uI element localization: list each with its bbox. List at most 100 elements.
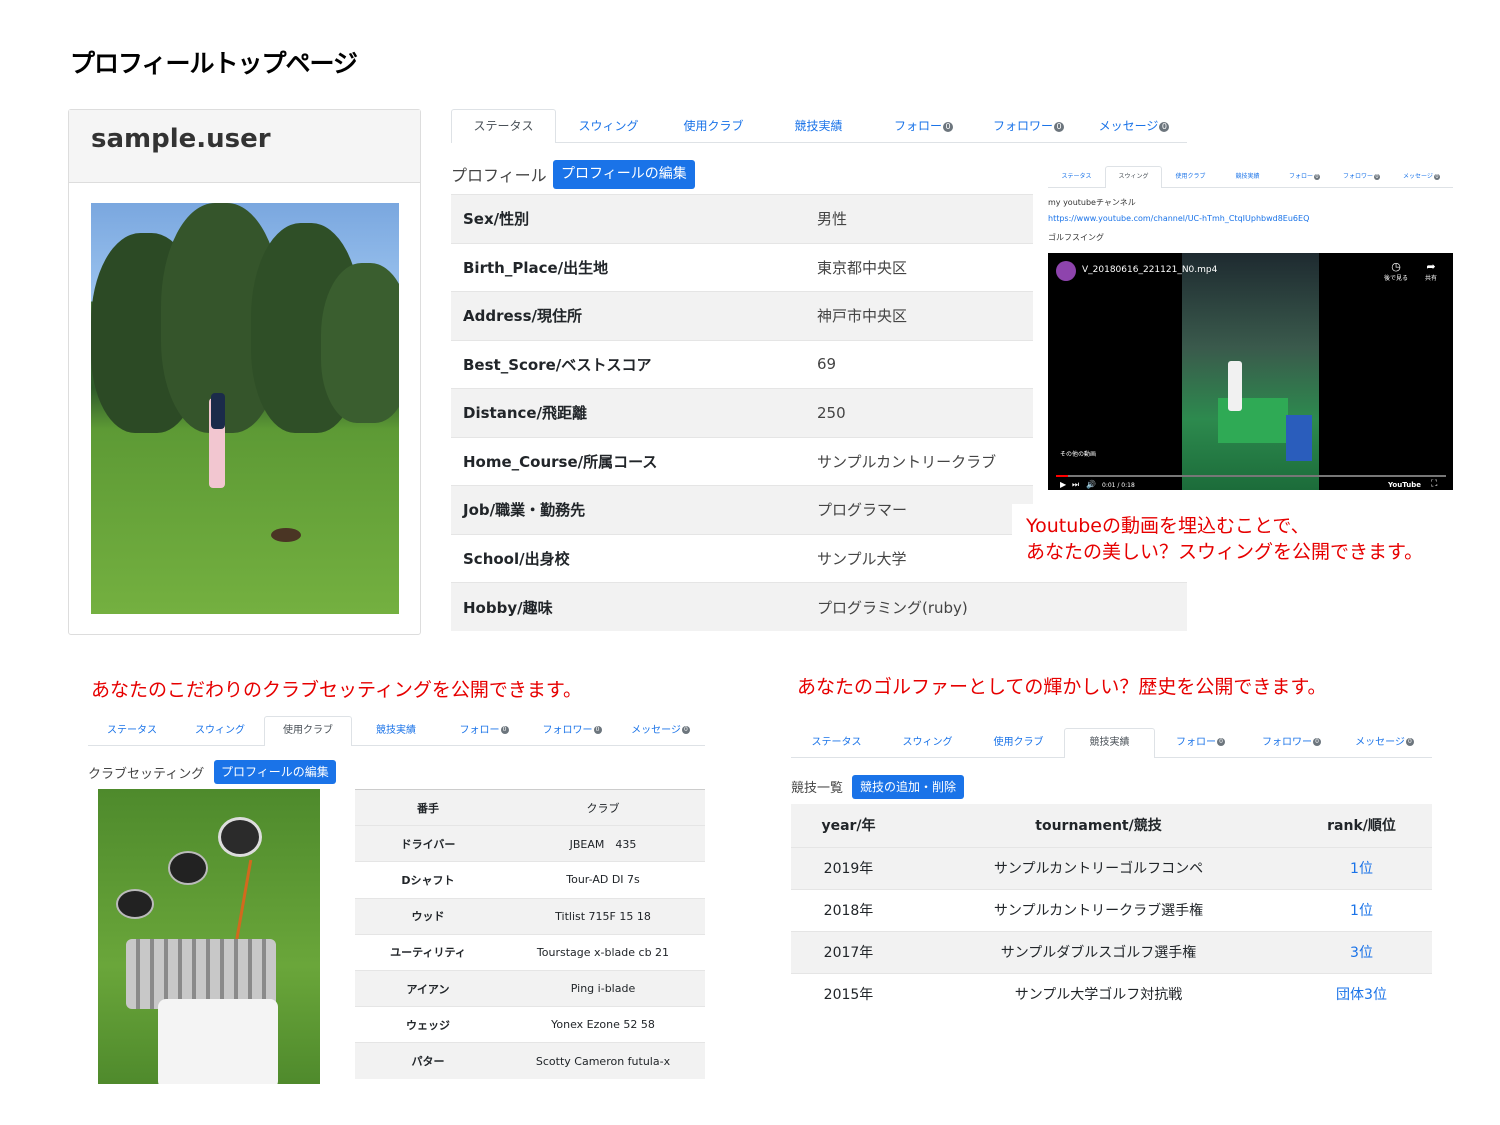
tab-messages[interactable]: メッセージ 0 xyxy=(1081,109,1187,142)
club-row: ウッド Titlist 715F 15 18 xyxy=(355,897,705,935)
preview-tab-follow[interactable]: フォロー 0 xyxy=(1276,166,1333,187)
result-row: 2015年 サンプル大学ゴルフ対抗戦 団体3位 xyxy=(791,972,1432,1015)
result-year: 2019年 xyxy=(791,846,906,889)
preview-tab-clubs[interactable]: 使用クラブ xyxy=(1162,166,1219,187)
results-tab-swing[interactable]: スウィング xyxy=(882,728,973,757)
profile-key: Distance/飛距離 xyxy=(451,388,817,437)
result-rank-link[interactable]: 団体3位 xyxy=(1291,972,1432,1015)
club-row: ウェッジ Yonex Ezone 52 58 xyxy=(355,1006,705,1043)
preview-tab-status[interactable]: ステータス xyxy=(1048,166,1105,187)
share-button[interactable]: ➦ 共有 xyxy=(1418,260,1444,282)
profile-photo xyxy=(91,203,399,614)
add-results-button[interactable]: 競技の追加・削除 xyxy=(852,775,965,799)
results-header-tournament: tournament/競技 xyxy=(906,804,1291,847)
clubs-tab-clubs[interactable]: 使用クラブ xyxy=(264,716,352,746)
result-rank-link[interactable]: 1位 xyxy=(1291,846,1432,889)
club-row: ドライバー JBEAM 435 xyxy=(355,825,705,862)
tab-follow[interactable]: フォロー 0 xyxy=(871,109,976,142)
results-section-label: 競技一覧 xyxy=(791,781,844,796)
tab-followers[interactable]: フォロワー 0 xyxy=(976,109,1081,142)
tab-results[interactable]: 競技実績 xyxy=(766,109,871,142)
result-row: 2019年 サンプルカントリーゴルフコンペ 1位 xyxy=(791,846,1432,889)
clubs-tab-status[interactable]: ステータス xyxy=(88,716,176,745)
clubs-table: 番手 クラブ ドライバー JBEAM 435 Dシャフト Tour-AD DI 7s ウ… xyxy=(355,788,705,1079)
clubs-tab-swing[interactable]: スウィング xyxy=(176,716,264,745)
clubs-edit-button[interactable]: プロフィールの編集 xyxy=(214,760,336,784)
profile-key: Sex/性別 xyxy=(451,194,817,243)
result-rank-link[interactable]: 1位 xyxy=(1291,888,1432,931)
profile-key: Hobby/趣味 xyxy=(451,582,817,631)
result-tournament: サンプルカントリーゴルフコンペ xyxy=(906,846,1291,889)
preview-tab-results[interactable]: 競技実績 xyxy=(1219,166,1276,187)
clubs-tabs: ステータス スウィング 使用クラブ 競技実績 フォロー 0 フォロワー 0 メッセー… xyxy=(88,716,705,746)
club-model: JBEAM 435 xyxy=(501,825,705,862)
results-tab-followers[interactable]: フォロワー 0 xyxy=(1246,728,1337,757)
clubs-tab-messages[interactable]: メッセージ 0 xyxy=(616,716,705,745)
profile-key: School/出身校 xyxy=(451,533,817,583)
watch-later-button[interactable]: ◷ 後で見る xyxy=(1381,260,1411,282)
clock-icon: ◷ xyxy=(1391,260,1401,273)
club-row: Dシャフト Tour-AD DI 7s xyxy=(355,861,705,899)
channel-label: my youtubeチャンネル xyxy=(1048,198,1136,207)
profile-key: Best_Score/ベストスコア xyxy=(451,339,817,389)
tab-swing[interactable]: スウィング xyxy=(556,109,661,142)
club-number: ユーティリティ xyxy=(355,933,501,971)
preview-tab-messages[interactable]: メッセージ 0 xyxy=(1390,166,1453,187)
results-tab-clubs[interactable]: 使用クラブ xyxy=(973,728,1064,757)
video-progress[interactable] xyxy=(1056,475,1446,477)
annotation-clubs: あなたのこだわりのクラブセッティングを公開できます。 xyxy=(91,679,582,701)
clubs-tab-follow[interactable]: フォロー 0 xyxy=(440,716,528,745)
result-tournament: サンプルダブルスゴルフ選手権 xyxy=(906,930,1291,973)
fullscreen-icon[interactable]: ⛶ xyxy=(1431,479,1437,489)
volume-icon[interactable]: 🔊 xyxy=(1086,480,1096,489)
status-tabs: ステータス スウィング 使用クラブ 競技実績 フォロー 0 フォロワー 0 メッセー… xyxy=(451,109,1187,143)
youtube-embed[interactable]: V_20180616_221121_N0.mp4 ◷ 後で見る ➦ 共有 その他… xyxy=(1048,253,1453,490)
preview-tab-swing[interactable]: スウィング xyxy=(1105,166,1162,188)
result-row: 2018年 サンプルカントリークラブ選手権 1位 xyxy=(791,888,1432,931)
results-tab-results[interactable]: 競技実績 xyxy=(1064,728,1155,758)
results-tabs: ステータス スウィング 使用クラブ 競技実績 フォロー 0 フォロワー 0 メッセー… xyxy=(791,728,1432,758)
result-rank-link[interactable]: 3位 xyxy=(1291,930,1432,973)
profile-section-label: プロフィール xyxy=(451,166,547,185)
result-year: 2015年 xyxy=(791,972,906,1015)
result-year: 2018年 xyxy=(791,888,906,931)
play-icon[interactable]: ▶ xyxy=(1060,480,1066,489)
results-tab-follow[interactable]: フォロー 0 xyxy=(1155,728,1246,757)
club-setting-label: クラブセッティング xyxy=(88,767,205,782)
results-header-year: year/年 xyxy=(791,804,906,847)
club-model: Titlist 715F 15 18 xyxy=(501,897,705,935)
youtube-logo[interactable]: YouTube xyxy=(1388,481,1421,489)
results-tab-status[interactable]: ステータス xyxy=(791,728,882,757)
club-row: ユーティリティ Tourstage x-blade cb 21 xyxy=(355,933,705,971)
results-header-rank: rank/順位 xyxy=(1291,804,1432,847)
club-model: Scotty Cameron futula-x xyxy=(501,1042,705,1079)
more-videos-label: その他の動画 xyxy=(1060,451,1097,458)
results-tab-messages[interactable]: メッセージ 0 xyxy=(1337,728,1432,757)
club-number: Dシャフト xyxy=(355,861,501,899)
club-model: Yonex Ezone 52 58 xyxy=(501,1006,705,1043)
page-title: プロフィールトップページ xyxy=(70,49,358,78)
profile-card: sample.user xyxy=(68,109,421,635)
profile-key: Address/現住所 xyxy=(451,291,817,340)
clubs-tab-results[interactable]: 競技実績 xyxy=(352,716,440,745)
swing-preview: ステータス スウィング 使用クラブ 競技実績 フォロー 0 フォロワー 0 メッセー… xyxy=(1033,158,1463,504)
club-number: アイアン xyxy=(355,969,501,1007)
tab-clubs[interactable]: 使用クラブ xyxy=(661,109,766,142)
clubs-header-number: 番手 xyxy=(355,788,501,826)
club-number: ドライバー xyxy=(355,825,501,862)
video-section-label: ゴルフスイング xyxy=(1048,233,1104,242)
profile-value: プログラミング(ruby) xyxy=(817,582,1187,631)
channel-link[interactable]: https://www.youtube.com/channel/UC-hTmh_… xyxy=(1048,214,1309,223)
club-model: Tour-AD DI 7s xyxy=(501,861,705,899)
profile-key: Job/職業・勤務先 xyxy=(451,485,817,534)
tab-status[interactable]: ステータス xyxy=(451,109,556,143)
username: sample.user xyxy=(69,110,420,183)
video-title: V_20180616_221121_N0.mp4 xyxy=(1082,265,1218,275)
club-number: ウッド xyxy=(355,897,501,935)
edit-profile-button[interactable]: プロフィールの編集 xyxy=(553,160,695,189)
video-time: 0:01 / 0:18 xyxy=(1102,482,1135,489)
results-table: year/年 tournament/競技 rank/順位 2019年 サンプルカン… xyxy=(791,804,1432,1015)
preview-tab-followers[interactable]: フォロワー 0 xyxy=(1333,166,1390,187)
clubs-tab-followers[interactable]: フォロワー 0 xyxy=(528,716,616,745)
next-icon[interactable]: ⏭ xyxy=(1072,480,1079,490)
